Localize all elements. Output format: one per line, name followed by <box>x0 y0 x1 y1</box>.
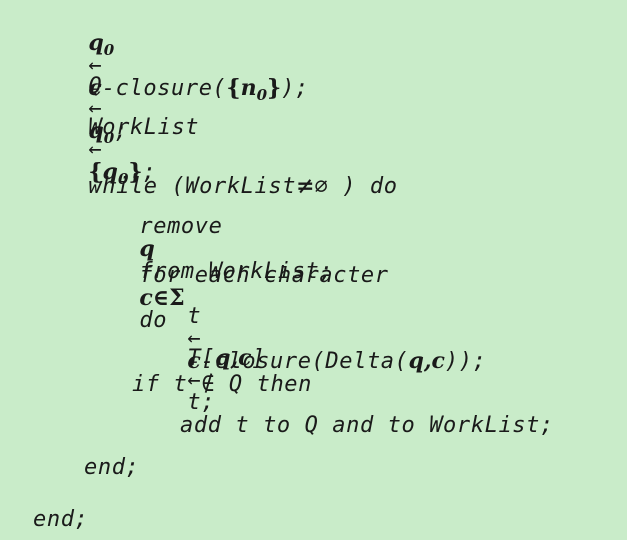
code-line-10: add t to Q and to WorkList; <box>180 413 554 438</box>
code-line-11: end; <box>84 455 140 480</box>
code-line-12: end; <box>33 507 89 532</box>
line-tail: ) do <box>342 174 398 199</box>
code-line-9: if t ∉ Q then <box>132 372 312 397</box>
set-brace-close: } <box>267 75 282 101</box>
line-tail: )); <box>444 349 487 374</box>
table-T-close: ] <box>251 346 266 371</box>
line-tail: ); <box>281 76 309 101</box>
pseudocode-figure: q0 ← ϵ-closure({n0}); Q ← q0; WorkList ←… <box>0 0 627 540</box>
set-brace-open: { <box>226 75 241 101</box>
var-n0: n0 <box>240 75 267 104</box>
var-worklist: WorkList <box>88 115 200 140</box>
args-q-c: q,c <box>215 345 252 371</box>
args-q-c: q,c <box>408 348 445 374</box>
